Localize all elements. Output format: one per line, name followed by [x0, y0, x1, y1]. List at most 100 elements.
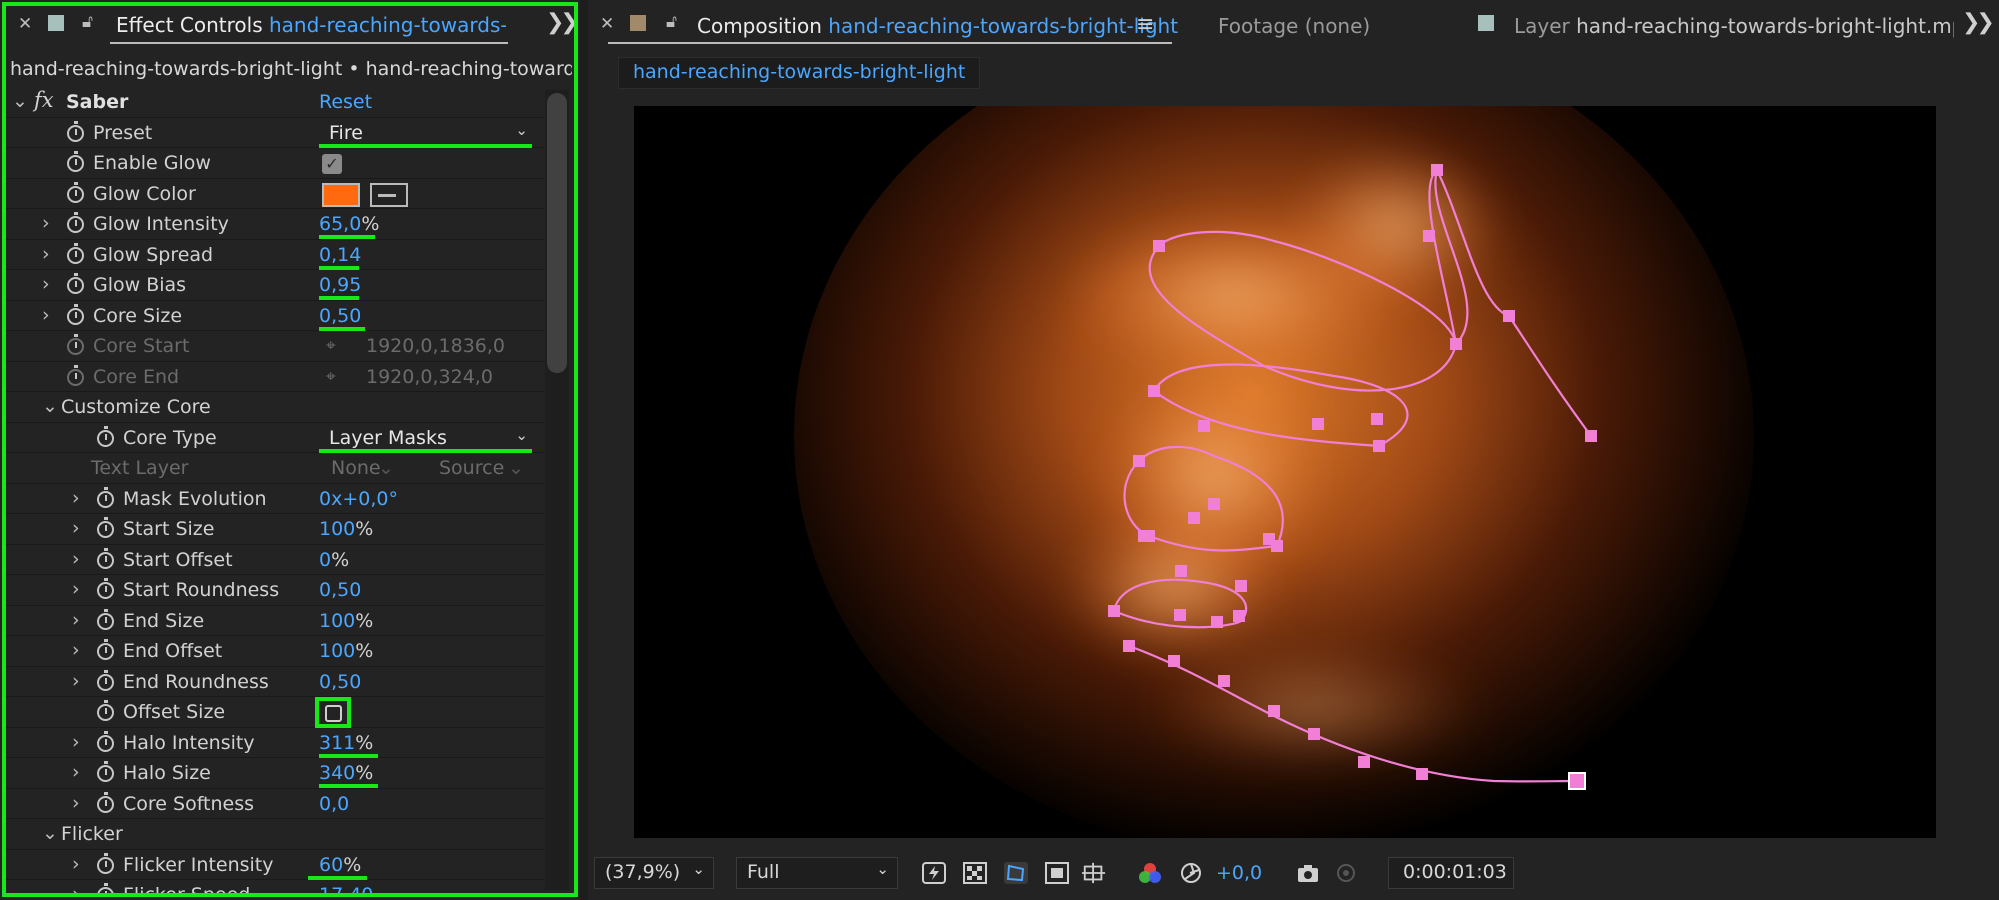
exposure-value[interactable]: +0,0 [1216, 862, 1262, 884]
end-size-value[interactable]: 100% [319, 610, 373, 632]
start-offset-value[interactable]: 0% [319, 549, 349, 571]
halo-intensity-value[interactable]: 311% [319, 732, 373, 754]
stopwatch-icon[interactable] [67, 303, 84, 325]
lock-icon[interactable]: 🔓︎ [82, 12, 93, 32]
chevron-right-icon[interactable]: › [72, 487, 80, 509]
chevron-right-icon[interactable]: › [42, 212, 50, 234]
mask-vertex-handle[interactable] [1133, 455, 1145, 467]
group-row-flicker[interactable]: ⌄ Flicker [6, 819, 544, 850]
stopwatch-icon[interactable] [67, 242, 84, 264]
glow-bias-value[interactable]: 0,95 [319, 274, 361, 296]
chevron-right-icon[interactable]: › [72, 548, 80, 570]
composition-tab[interactable]: Composition hand-reaching-towards-bright… [697, 14, 1178, 38]
mask-vertex-handle[interactable] [1108, 605, 1120, 617]
stopwatch-icon[interactable] [97, 700, 114, 721]
chevron-right-icon[interactable]: › [72, 853, 80, 875]
mask-vertex-handle[interactable] [1585, 430, 1597, 442]
composition-subtab[interactable]: hand-reaching-towards-bright-light [618, 57, 980, 89]
chevron-down-icon[interactable]: ⌄ [12, 90, 28, 112]
stopwatch-icon[interactable] [67, 151, 84, 172]
mask-vertex-handle[interactable] [1138, 530, 1150, 542]
region-of-interest-icon[interactable] [1045, 862, 1069, 884]
chevron-right-icon[interactable]: › [72, 517, 80, 539]
mask-vertex-handle[interactable] [1263, 533, 1275, 545]
mask-vertex-handle[interactable] [1450, 338, 1462, 350]
chevron-right-icon[interactable]: › [72, 609, 80, 631]
scrollbar-thumb[interactable] [547, 93, 567, 373]
stopwatch-icon[interactable] [97, 517, 114, 538]
group-row-customize-core[interactable]: ⌄ Customize Core [6, 392, 544, 423]
grid-guides-icon[interactable] [1082, 862, 1106, 884]
viewer-canvas[interactable] [634, 106, 1936, 838]
fx-icon[interactable]: fx [34, 88, 54, 112]
glow-intensity-value[interactable]: 65,0% [319, 213, 379, 235]
mask-vertex-handle[interactable] [1148, 385, 1160, 397]
mask-vertex-handle[interactable] [1208, 498, 1220, 510]
mask-visibility-icon[interactable] [1004, 862, 1028, 884]
effect-header-saber[interactable]: ⌄ fx Saber Reset [6, 87, 544, 118]
mask-vertex-handle[interactable] [1198, 420, 1210, 432]
mask-vertex-handle[interactable] [1423, 230, 1435, 242]
glow-spread-value[interactable]: 0,14 [319, 244, 361, 266]
chevron-right-icon[interactable]: › [42, 304, 50, 326]
transparency-grid-icon[interactable] [963, 862, 987, 884]
chevron-right-icon[interactable]: › [72, 731, 80, 753]
hamburger-menu-icon[interactable]: ≡ [1136, 12, 1154, 37]
start-roundness-value[interactable]: 0,50 [319, 579, 361, 601]
layer-tab[interactable]: Layer hand-reaching-towards-bright-light… [1514, 14, 1954, 38]
resolution-dropdown[interactable]: Full ⌄ [736, 857, 898, 889]
chevron-right-icon[interactable]: › [72, 792, 80, 814]
stopwatch-icon[interactable] [97, 852, 114, 874]
mask-vertex-handle[interactable] [1312, 418, 1324, 430]
composition-viewer[interactable] [634, 106, 1936, 838]
mask-vertex-handle[interactable] [1431, 164, 1443, 176]
mask-vertex-selected[interactable] [1568, 772, 1586, 790]
stopwatch-icon[interactable] [97, 578, 114, 599]
lock-icon[interactable]: 🔓︎ [666, 12, 677, 32]
panel-overflow-icon[interactable]: ❯❯ [546, 10, 579, 35]
mask-vertex-handle[interactable] [1233, 610, 1245, 622]
eyedropper-icon[interactable] [370, 182, 408, 207]
chevron-down-icon[interactable]: ⌄ [42, 395, 58, 417]
halo-size-value[interactable]: 340% [319, 762, 373, 784]
stopwatch-icon[interactable] [97, 608, 114, 630]
mask-vertex-handle[interactable] [1358, 756, 1370, 768]
stopwatch-icon[interactable] [97, 761, 114, 782]
exposure-icon[interactable] [1179, 862, 1203, 884]
start-size-value[interactable]: 100% [319, 518, 373, 540]
footage-tab[interactable]: Footage (none) [1218, 14, 1370, 38]
stopwatch-icon[interactable] [67, 120, 84, 142]
mask-vertex-handle[interactable] [1174, 609, 1186, 621]
chevron-down-icon[interactable]: ⌄ [42, 822, 58, 844]
effect-controls-tab[interactable]: Effect Controls hand-reaching-towards-br… [116, 13, 506, 37]
offset-size-checkbox[interactable] [325, 705, 342, 722]
chevron-right-icon[interactable]: › [72, 670, 80, 692]
fast-previews-icon[interactable] [922, 862, 946, 884]
chevron-right-icon[interactable]: › [72, 761, 80, 783]
stopwatch-icon[interactable] [97, 639, 114, 660]
chevron-right-icon[interactable]: › [72, 883, 80, 893]
end-offset-value[interactable]: 100% [319, 640, 373, 662]
close-panel-icon[interactable]: ✕ [18, 14, 32, 34]
mask-vertex-handle[interactable] [1308, 728, 1320, 740]
mask-vertex-handle[interactable] [1153, 240, 1165, 252]
stopwatch-icon[interactable] [97, 730, 114, 752]
reset-button[interactable]: Reset [319, 91, 372, 113]
close-panel-icon[interactable]: ✕ [600, 14, 614, 34]
mask-vertex-handle[interactable] [1218, 675, 1230, 687]
mask-vertex-handle[interactable] [1188, 512, 1200, 524]
panel-overflow-icon[interactable]: ❯❯ [1962, 10, 1995, 35]
glow-color-swatch[interactable] [322, 182, 360, 207]
mask-vertex-handle[interactable] [1235, 580, 1247, 592]
chevron-right-icon[interactable]: › [72, 578, 80, 600]
preset-dropdown[interactable]: Fire ⌄ [319, 121, 534, 144]
mask-vertex-handle[interactable] [1503, 310, 1515, 322]
stopwatch-icon[interactable] [67, 181, 84, 203]
mask-vertex-handle[interactable] [1211, 616, 1223, 628]
stopwatch-icon[interactable] [97, 547, 114, 569]
stopwatch-icon[interactable] [97, 669, 114, 691]
mask-vertex-handle[interactable] [1168, 655, 1180, 667]
stopwatch-icon[interactable] [97, 883, 114, 893]
core-size-value[interactable]: 0,50 [319, 305, 361, 327]
stopwatch-icon[interactable] [97, 486, 114, 508]
